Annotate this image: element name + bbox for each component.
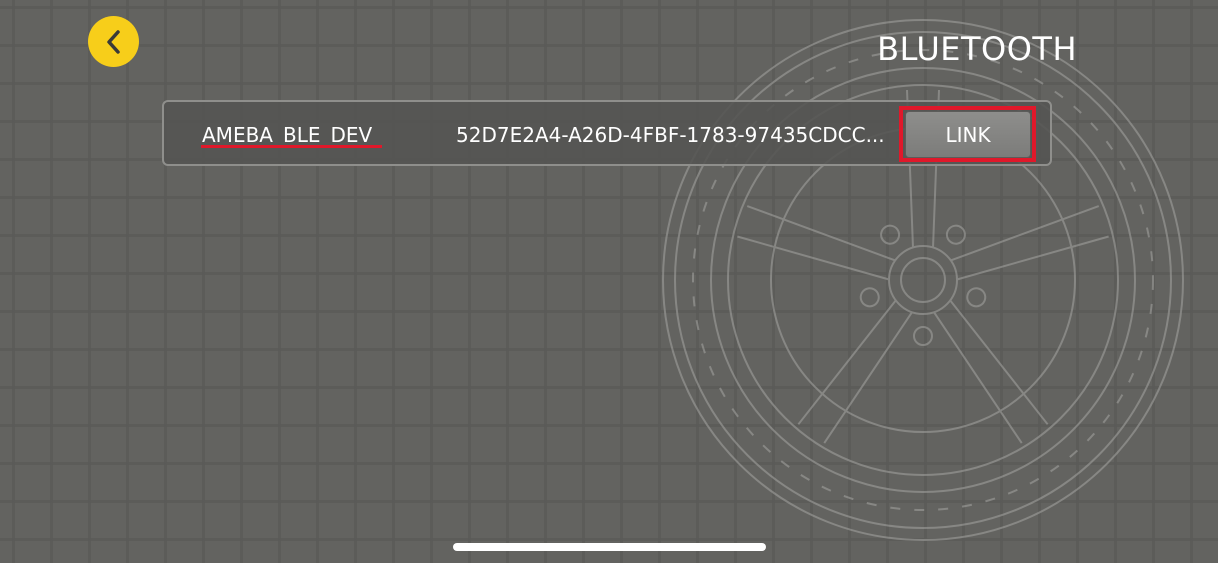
wheel-watermark-image <box>662 19 1184 541</box>
link-button[interactable]: LINK <box>905 111 1031 158</box>
device-list-item: AMEBA_BLE_DEV 52D7E2A4-A26D-4FBF-1783-97… <box>162 100 1052 166</box>
device-name-underline <box>201 145 382 148</box>
page-title: BLUETOOTH <box>877 30 1077 68</box>
device-name: AMEBA_BLE_DEV <box>202 123 373 147</box>
device-uuid: 52D7E2A4-A26D-4FBF-1783-97435CDCC... <box>456 123 885 147</box>
chevron-left-icon <box>103 29 125 55</box>
home-indicator[interactable] <box>453 543 766 551</box>
back-button[interactable] <box>88 16 139 67</box>
